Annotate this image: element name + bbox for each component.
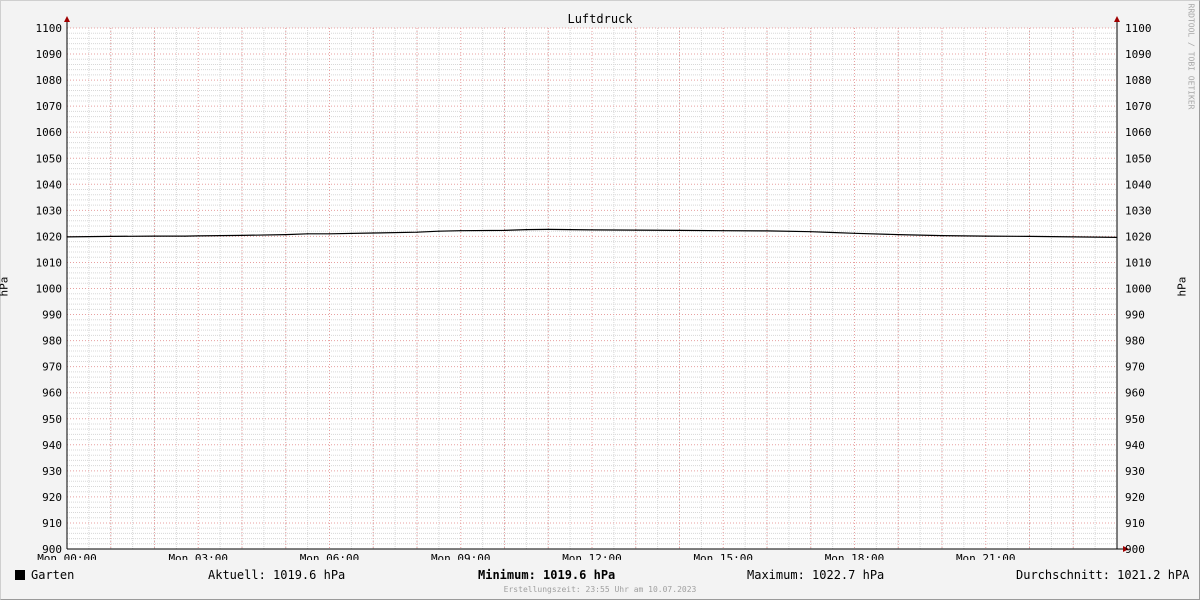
x-tick-label: Mon 21:00 [956, 552, 1016, 560]
data-point [197, 235, 199, 237]
y-tick-label-left: 1060 [36, 126, 63, 139]
x-tick-label: Mon 15:00 [693, 552, 753, 560]
y-tick-label-left: 1080 [36, 74, 63, 87]
y-tick-label-right: 980 [1125, 335, 1145, 348]
y-axis-label-left: hPa [0, 276, 11, 297]
y-tick-label-left: 1070 [36, 100, 63, 113]
y-tick-label-left: 910 [42, 517, 62, 530]
y-tick-label-right: 1080 [1125, 74, 1152, 87]
y-axis-label-right: hPa [1175, 276, 1189, 297]
y-tick-label-left: 920 [42, 491, 62, 504]
data-point [547, 228, 549, 230]
data-point [153, 235, 156, 237]
data-point [635, 229, 637, 231]
x-tick-label: Mon 06:00 [300, 552, 360, 560]
rrdtool-watermark: RRDTOOL / TOBI OETIKER [1186, 3, 1196, 110]
x-tick-label: Mon 12:00 [562, 552, 622, 560]
y-tick-label-left: 980 [42, 335, 62, 348]
legend-series-name: Garten [31, 568, 75, 582]
y-tick-label-right: 1060 [1125, 126, 1152, 139]
data-point [832, 231, 834, 234]
data-point [372, 232, 374, 234]
chart-title: Luftdruck [567, 12, 633, 26]
data-point [722, 230, 724, 232]
creation-timestamp: Erstellungszeit: 23:55 Uhr am 10.07.2023 [503, 585, 697, 594]
data-point [460, 230, 462, 232]
data-point [853, 232, 856, 234]
y-tick-label-right: 1050 [1125, 152, 1152, 165]
y-tick-label-left: 1030 [36, 204, 63, 217]
data-point [241, 234, 243, 236]
y-tick-label-right: 990 [1125, 309, 1145, 322]
y-tick-label-right: 1100 [1125, 22, 1152, 35]
y-tick-label-right: 1090 [1125, 48, 1152, 61]
data-point [503, 229, 506, 232]
y-tick-label-left: 1010 [36, 256, 63, 269]
data-point [285, 233, 287, 236]
data-point [591, 229, 593, 231]
stat-average: Durchschnitt: 1021.2 hPA [1016, 568, 1190, 582]
y-tick-label-right: 900 [1125, 543, 1145, 556]
y-tick-label-right: 1020 [1125, 230, 1152, 243]
stat-minimum: Minimum: 1019.6 hPa [478, 568, 616, 582]
y-tick-label-left: 1020 [36, 230, 63, 243]
y-tick-label-left: 1090 [36, 48, 63, 61]
y-tick-label-left: 1100 [36, 22, 63, 35]
data-point [1028, 235, 1031, 237]
data-point [328, 233, 331, 235]
y-tick-label-left: 990 [42, 309, 62, 322]
data-point [897, 233, 899, 236]
y-tick-label-right: 1010 [1125, 256, 1152, 269]
y-tick-label-left: 1000 [36, 283, 63, 296]
data-point [110, 235, 112, 237]
data-point [525, 229, 527, 231]
legend-swatch [15, 570, 25, 580]
y-tick-label-right: 1040 [1125, 178, 1152, 191]
y-tick-label-right: 910 [1125, 517, 1145, 530]
data-point [941, 235, 943, 237]
y-tick-label-right: 940 [1125, 439, 1145, 452]
y-tick-label-right: 950 [1125, 413, 1145, 426]
data-point [184, 235, 186, 237]
y-tick-label-right: 930 [1125, 465, 1145, 478]
data-point [438, 230, 440, 232]
y-tick-label-left: 1040 [36, 178, 63, 191]
y-tick-label-left: 950 [42, 413, 62, 426]
x-tick-label: Mon 18:00 [825, 552, 885, 560]
y-tick-label-right: 1030 [1125, 204, 1152, 217]
data-point [416, 231, 418, 233]
stat-current: Aktuell: 1019.6 hPa [208, 568, 346, 582]
y-tick-label-right: 1070 [1125, 100, 1152, 113]
data-point [985, 235, 987, 237]
data-point [1116, 236, 1118, 239]
data-point [766, 230, 768, 232]
x-tick-label: Mon 09:00 [431, 552, 491, 560]
y-axis-arrow-left [64, 16, 70, 22]
data-point [678, 229, 681, 232]
x-tick-label: Mon 00:00 [37, 552, 97, 560]
y-tick-label-right: 920 [1125, 491, 1145, 504]
y-tick-label-right: 970 [1125, 361, 1145, 374]
y-axis-arrow-right [1114, 16, 1120, 22]
y-tick-label-left: 930 [42, 465, 62, 478]
y-tick-label-left: 970 [42, 361, 62, 374]
legend-series: Garten [15, 568, 74, 582]
data-point [810, 231, 812, 233]
data-point [1072, 236, 1074, 238]
y-tick-label-left: 940 [42, 439, 62, 452]
data-point [66, 236, 68, 238]
y-tick-label-left: 1050 [36, 152, 63, 165]
y-tick-label-left: 960 [42, 387, 62, 400]
pressure-chart: 1100 1100 1090 1090 1080 1080 1070 1070 1060 1060… [36, 12, 1152, 560]
x-tick-label: Mon 03:00 [168, 552, 228, 560]
y-tick-label-right: 960 [1125, 387, 1145, 400]
stat-maximum: Maximum: 1022.7 hPa [747, 568, 885, 582]
data-point [307, 233, 309, 235]
y-tick-label-right: 1000 [1125, 283, 1152, 296]
